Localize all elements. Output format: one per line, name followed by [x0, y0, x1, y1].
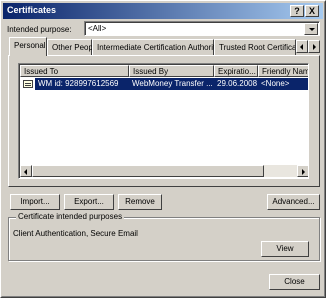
- tab-intermediate-ca[interactable]: Intermediate Certification Authorities: [92, 39, 226, 55]
- intended-purpose-label: Intended purpose:: [7, 25, 72, 34]
- tab-trusted-root-ca[interactable]: Trusted Root Certification: [214, 39, 296, 55]
- group-title: Certificate intended purposes: [16, 212, 125, 221]
- intended-purpose-select[interactable]: <All>: [84, 21, 320, 36]
- certificates-dialog: Certificates ? X Intended purpose: <All>…: [0, 0, 326, 298]
- cell-friendly-name: <None>: [261, 79, 290, 88]
- export-button[interactable]: Export...: [64, 194, 114, 210]
- window-title: Certificates: [7, 5, 57, 15]
- certificate-purposes-group: Certificate intended purposes Client Aut…: [8, 212, 320, 261]
- import-button[interactable]: Import...: [10, 194, 60, 210]
- close-window-button[interactable]: X: [305, 5, 319, 17]
- column-expiration[interactable]: Expiratio...: [214, 65, 258, 77]
- tab-personal[interactable]: Personal: [9, 37, 47, 56]
- horizontal-scrollbar[interactable]: [20, 165, 308, 177]
- scroll-thumb[interactable]: [32, 165, 264, 177]
- advanced-button[interactable]: Advanced...: [267, 194, 320, 210]
- cell-expiration: 29.06.2008: [217, 79, 258, 88]
- arrow-left-icon: [300, 44, 303, 50]
- help-button[interactable]: ?: [290, 5, 304, 17]
- close-button[interactable]: Close: [269, 274, 320, 290]
- arrow-left-icon: [24, 169, 27, 175]
- tab-scroll-right-button[interactable]: [308, 40, 320, 53]
- certificate-icon: [23, 80, 33, 88]
- scroll-right-button[interactable]: [297, 165, 308, 177]
- column-issued-by[interactable]: Issued By: [129, 65, 214, 77]
- purposes-text: Client Authentication, Secure Email: [13, 229, 138, 238]
- tab-other-people[interactable]: Other People: [47, 39, 99, 55]
- cell-issued-to: WM id: 928997612569: [38, 79, 119, 88]
- certificate-list[interactable]: Issued To Issued By Expiratio... Friendl…: [18, 63, 309, 179]
- table-row[interactable]: WM id: 928997612569 WebMoney Transfer ..…: [20, 78, 308, 90]
- intended-purpose-value: <All>: [88, 24, 107, 33]
- scroll-left-button[interactable]: [20, 165, 32, 177]
- chevron-down-icon: [309, 28, 315, 31]
- dropdown-button[interactable]: [304, 23, 318, 35]
- tab-scroll-left-button[interactable]: [296, 40, 308, 53]
- column-issued-to[interactable]: Issued To: [20, 65, 129, 77]
- list-header: Issued To Issued By Expiratio... Friendl…: [20, 65, 308, 77]
- remove-button[interactable]: Remove: [118, 194, 162, 210]
- arrow-right-icon: [313, 44, 316, 50]
- cell-issued-by: WebMoney Transfer ...: [132, 79, 213, 88]
- title-bar[interactable]: Certificates ? X: [3, 3, 323, 19]
- view-button[interactable]: View: [261, 241, 309, 257]
- column-friendly-name[interactable]: Friendly Name: [258, 65, 308, 77]
- arrow-right-icon: [302, 169, 305, 175]
